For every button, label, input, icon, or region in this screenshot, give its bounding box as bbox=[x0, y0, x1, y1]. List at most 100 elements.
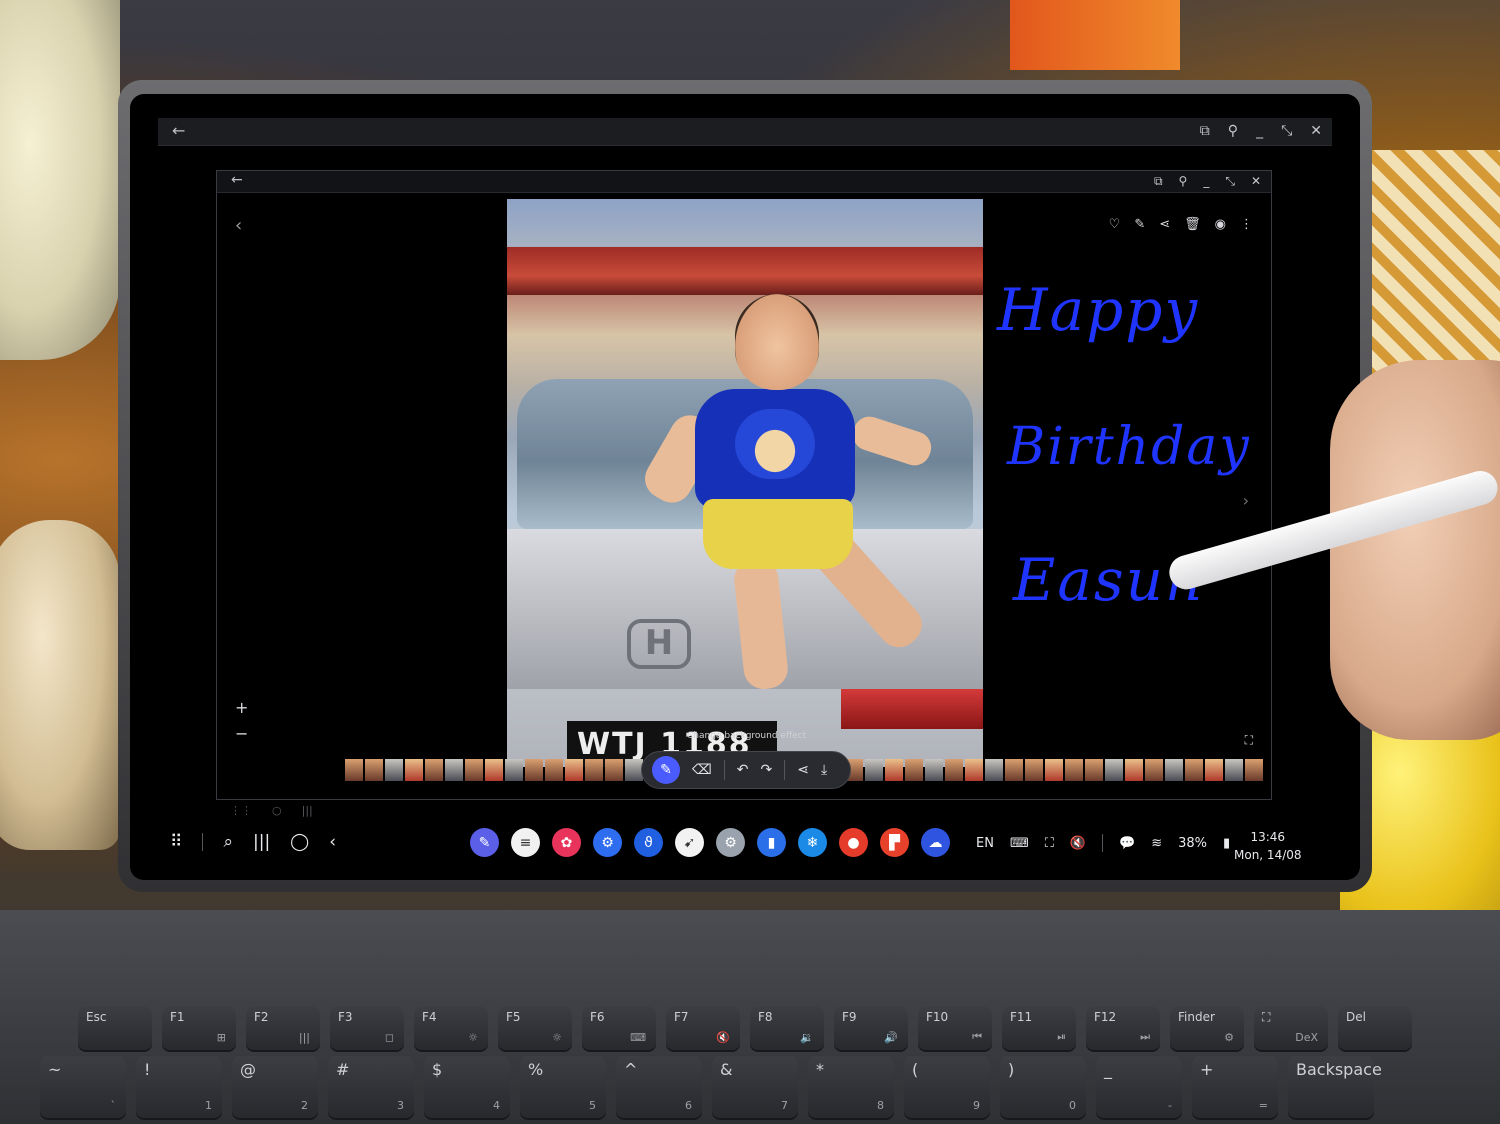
thumbnail[interactable] bbox=[385, 759, 403, 781]
key[interactable]: F5 ☼ bbox=[498, 1006, 572, 1050]
apps-grid-icon[interactable]: ⠿ bbox=[170, 832, 182, 852]
thumbnail[interactable] bbox=[505, 759, 523, 781]
wifi-icon[interactable]: ≋ bbox=[1151, 836, 1162, 851]
thumbnail[interactable] bbox=[1085, 759, 1103, 781]
key[interactable]: F6 ⌨ bbox=[582, 1006, 656, 1050]
thumbnail[interactable] bbox=[965, 759, 983, 781]
thumbnail[interactable] bbox=[1165, 759, 1183, 781]
recents-icon[interactable]: ||| bbox=[253, 832, 270, 852]
thumbnail[interactable] bbox=[1125, 759, 1143, 781]
minimize-icon[interactable]: _ bbox=[1256, 123, 1263, 139]
share-icon[interactable]: ⋖ bbox=[1159, 217, 1170, 232]
photo-image[interactable]: H WTJ 1188 bbox=[507, 199, 983, 767]
key[interactable]: ⛶ DeX bbox=[1254, 1006, 1328, 1050]
gear-icon[interactable]: ⚙ bbox=[716, 828, 745, 857]
more-vertical-icon[interactable]: ⋮ bbox=[1240, 217, 1253, 232]
edit-pencil-icon[interactable]: ✎ bbox=[1134, 217, 1145, 232]
back-arrow-icon[interactable]: ← bbox=[172, 121, 185, 140]
minimize-icon[interactable]: _ bbox=[1203, 174, 1209, 189]
search-icon[interactable]: ⌕ bbox=[223, 832, 233, 852]
thumbnail[interactable] bbox=[1005, 759, 1023, 781]
cloud-icon[interactable]: ☁ bbox=[921, 828, 950, 857]
thumbnail[interactable] bbox=[365, 759, 383, 781]
key[interactable]: F8 🔉 bbox=[750, 1006, 824, 1050]
key[interactable]: Esc bbox=[78, 1006, 152, 1050]
pen-app-icon[interactable]: ✎ bbox=[470, 828, 499, 857]
chart-icon[interactable]: ▮ bbox=[757, 828, 786, 857]
thumbnail[interactable] bbox=[345, 759, 363, 781]
restore-icon[interactable]: ⤡ bbox=[1225, 174, 1235, 189]
thumbnail[interactable] bbox=[1225, 759, 1243, 781]
undo-icon[interactable]: ↶ bbox=[737, 762, 749, 778]
home-icon[interactable]: ◯ bbox=[290, 832, 309, 852]
thumbnail[interactable] bbox=[1025, 759, 1043, 781]
swift-icon[interactable]: ➹ bbox=[675, 828, 704, 857]
key[interactable]: F10 ⏮ bbox=[918, 1006, 992, 1050]
eraser-icon[interactable]: ⌫ bbox=[692, 762, 712, 778]
split-view-icon[interactable]: ⧉ bbox=[1154, 174, 1163, 189]
key[interactable]: #3 bbox=[328, 1056, 414, 1118]
thumbnail[interactable] bbox=[925, 759, 943, 781]
chevron-left-icon[interactable]: ‹ bbox=[235, 215, 242, 236]
thumbnail[interactable] bbox=[545, 759, 563, 781]
thumbnail[interactable] bbox=[1205, 759, 1223, 781]
zoom-in-button[interactable]: + bbox=[235, 695, 248, 721]
mute-icon[interactable]: 🔇 bbox=[1070, 836, 1086, 851]
share-icon[interactable]: ⋖ bbox=[797, 762, 809, 778]
thumbnail[interactable] bbox=[605, 759, 623, 781]
key[interactable]: F12 ⏭ bbox=[1086, 1006, 1160, 1050]
key[interactable]: Del bbox=[1338, 1006, 1412, 1050]
key[interactable]: ^ 6 bbox=[616, 1056, 702, 1118]
record-icon[interactable]: ● bbox=[839, 828, 868, 857]
key[interactable]: & 7 bbox=[712, 1056, 798, 1118]
thumbnail[interactable] bbox=[405, 759, 423, 781]
key[interactable]: * 8 bbox=[808, 1056, 894, 1118]
thumbnail[interactable] bbox=[1045, 759, 1063, 781]
keyboard-icon[interactable]: ⌨ bbox=[1010, 836, 1029, 851]
key[interactable]: ~ ` bbox=[40, 1056, 126, 1118]
split-view-icon[interactable]: ⧉ bbox=[1200, 123, 1210, 139]
thumbnail[interactable] bbox=[445, 759, 463, 781]
back-icon[interactable]: ‹ bbox=[329, 832, 336, 852]
chevron-right-icon[interactable]: › bbox=[1243, 491, 1249, 510]
key[interactable]: Finder ⚙ bbox=[1170, 1006, 1244, 1050]
key[interactable]: Backspace bbox=[1288, 1056, 1382, 1118]
pin-icon[interactable]: ⚲ bbox=[1228, 123, 1238, 139]
key[interactable]: $4 bbox=[424, 1056, 510, 1118]
thumbnail[interactable] bbox=[905, 759, 923, 781]
eye-icon[interactable]: ◉ bbox=[1215, 217, 1226, 232]
crop-icon[interactable]: ⛶ bbox=[1245, 733, 1253, 748]
thumbnail[interactable] bbox=[1245, 759, 1263, 781]
screenshot-icon[interactable]: ⛶ bbox=[1045, 836, 1054, 851]
thumbnail[interactable] bbox=[425, 759, 443, 781]
key[interactable]: % 5 bbox=[520, 1056, 606, 1118]
thumbnail[interactable] bbox=[565, 759, 583, 781]
notes-icon[interactable]: ≡ bbox=[511, 828, 540, 857]
clock[interactable]: 13:46 Mon, 14/08 bbox=[1234, 828, 1302, 864]
thumbnail[interactable] bbox=[1105, 759, 1123, 781]
redo-icon[interactable]: ↷ bbox=[761, 762, 773, 778]
key[interactable]: ) 0 bbox=[1000, 1056, 1086, 1118]
thumbnail[interactable] bbox=[865, 759, 883, 781]
thumbnail[interactable] bbox=[945, 759, 963, 781]
thumbnail[interactable] bbox=[585, 759, 603, 781]
key[interactable]: F9 🔊 bbox=[834, 1006, 908, 1050]
key[interactable]: F1 ⊞ bbox=[162, 1006, 236, 1050]
key[interactable]: @2 bbox=[232, 1056, 318, 1118]
key[interactable]: F4 ☼ bbox=[414, 1006, 488, 1050]
key[interactable]: + = bbox=[1192, 1056, 1278, 1118]
close-icon[interactable]: ✕ bbox=[1251, 174, 1261, 189]
battery-level[interactable]: 38% bbox=[1178, 836, 1207, 851]
key[interactable]: F11 ⏯ bbox=[1002, 1006, 1076, 1050]
thumbnail[interactable] bbox=[1145, 759, 1163, 781]
heart-icon[interactable]: ♡ bbox=[1109, 217, 1121, 232]
zoom-out-button[interactable]: − bbox=[235, 721, 248, 747]
thumbnail[interactable] bbox=[985, 759, 1003, 781]
key[interactable]: _ - bbox=[1096, 1056, 1182, 1118]
key[interactable]: F3 ◻ bbox=[330, 1006, 404, 1050]
restore-icon[interactable]: ⤡ bbox=[1281, 123, 1292, 139]
thumbnail[interactable] bbox=[465, 759, 483, 781]
flower-icon[interactable]: ✿ bbox=[552, 828, 581, 857]
thumbnail[interactable] bbox=[525, 759, 543, 781]
key[interactable]: F7 🔇 bbox=[666, 1006, 740, 1050]
